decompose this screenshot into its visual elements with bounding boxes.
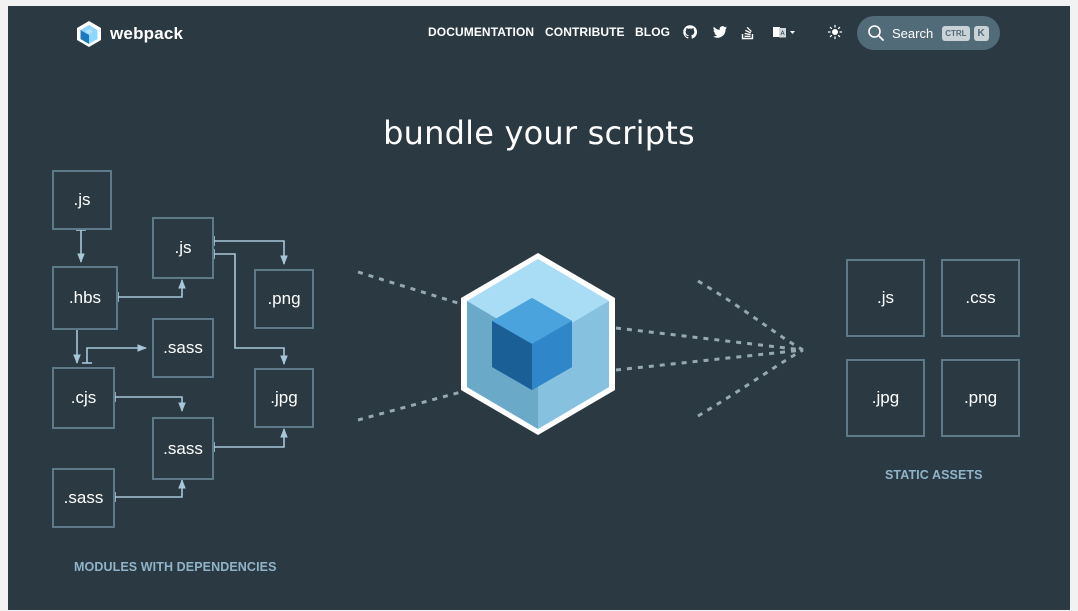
assets-caption: STATIC ASSETS xyxy=(885,468,983,482)
asset-box-png: .png xyxy=(941,359,1020,437)
arrow-sass-to-sass xyxy=(115,479,186,498)
module-box-sass-bottom: .sass xyxy=(52,468,115,528)
webpack-cube-icon xyxy=(461,253,615,435)
arrow-js-to-png xyxy=(214,240,288,265)
modules-caption: MODULES WITH DEPENDENCIES xyxy=(74,560,277,574)
module-box-js-right: .js xyxy=(152,217,214,279)
module-box-sass-upper: .sass xyxy=(152,318,214,378)
asset-box-js: .js xyxy=(846,259,925,337)
arrow-sass-to-jpg xyxy=(214,428,288,448)
output-dotted-lines xyxy=(615,279,804,418)
module-box-png: .png xyxy=(254,269,314,329)
asset-box-css: .css xyxy=(941,259,1020,337)
module-box-js-top: .js xyxy=(52,170,112,230)
module-box-hbs: .hbs xyxy=(52,266,118,330)
arrow-hbs-to-js xyxy=(118,279,186,298)
arrow-cjs-to-sass-middle xyxy=(115,396,186,412)
input-dotted-lines xyxy=(357,270,462,422)
module-box-cjs: .cjs xyxy=(52,367,115,429)
hero-banner: webpack DOCUMENTATION CONTRIBUTE BLOG A xyxy=(8,6,1070,610)
asset-box-jpg: .jpg xyxy=(846,359,925,437)
arrow-cjs-to-sass xyxy=(86,344,147,363)
module-box-jpg: .jpg xyxy=(254,368,314,428)
module-box-sass-middle: .sass xyxy=(152,417,214,480)
